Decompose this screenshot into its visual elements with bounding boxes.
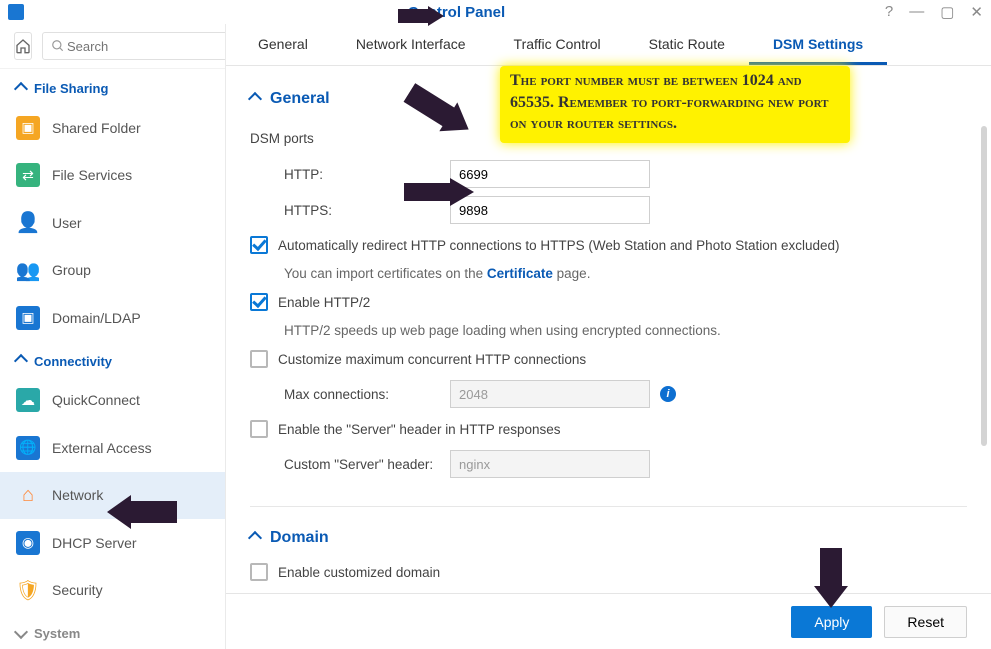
chevron-up-icon xyxy=(248,531,262,545)
section-domain-header[interactable]: Domain xyxy=(250,521,967,557)
certificate-hint: You can import certificates on the Certi… xyxy=(250,260,967,287)
sidebar-item-shared-folder[interactable]: ▣ Shared Folder xyxy=(0,104,225,152)
dsm-ports-label: DSM ports xyxy=(250,131,450,146)
max-connections-checkbox[interactable] xyxy=(250,350,268,368)
chevron-up-icon xyxy=(14,81,28,95)
close-button[interactable]: ✕ xyxy=(970,3,983,21)
divider xyxy=(250,506,967,507)
tab-static-route[interactable]: Static Route xyxy=(625,24,749,65)
reset-button[interactable]: Reset xyxy=(884,606,967,638)
chevron-up-icon xyxy=(248,92,262,106)
sidebar: File Sharing ▣ Shared Folder ⇄ File Serv… xyxy=(0,24,226,649)
tabs: General Network Interface Traffic Contro… xyxy=(226,24,991,66)
enable-domain-checkbox[interactable] xyxy=(250,563,268,581)
window-title: Control Panel xyxy=(28,4,885,21)
sidebar-item-dhcp-server[interactable]: ◉ DHCP Server xyxy=(0,519,225,567)
http-port-input[interactable] xyxy=(450,160,650,188)
https-label: HTTPS: xyxy=(250,203,450,218)
sidebar-item-quickconnect[interactable]: ☁ QuickConnect xyxy=(0,377,225,425)
enable-domain-label: Enable customized domain xyxy=(278,565,440,580)
http2-label: Enable HTTP/2 xyxy=(278,295,370,310)
cloud-icon: ☁ xyxy=(16,388,40,412)
server-header-label: Enable the "Server" header in HTTP respo… xyxy=(278,422,561,437)
sidebar-item-label: Security xyxy=(52,582,103,598)
max-connections-input xyxy=(450,380,650,408)
search-icon xyxy=(51,39,65,53)
http-label: HTTP: xyxy=(250,167,450,182)
http2-hint: HTTP/2 speeds up web page loading when u… xyxy=(250,317,967,344)
server-header-checkbox[interactable] xyxy=(250,420,268,438)
redirect-https-label: Automatically redirect HTTP connections … xyxy=(278,238,840,253)
shield-icon: 🛡 xyxy=(16,578,40,602)
minimize-button[interactable]: — xyxy=(909,3,924,21)
redirect-https-checkbox[interactable] xyxy=(250,236,268,254)
sidebar-item-file-services[interactable]: ⇄ File Services xyxy=(0,152,225,200)
sidebar-item-user[interactable]: 👤 User xyxy=(0,199,225,247)
info-icon[interactable]: i xyxy=(660,386,676,402)
sidebar-item-label: User xyxy=(52,215,82,231)
sidebar-item-label: Domain/LDAP xyxy=(52,310,141,326)
group-icon: 👥 xyxy=(16,258,40,282)
https-port-input[interactable] xyxy=(450,196,650,224)
sidebar-item-label: Group xyxy=(52,262,91,278)
folder-icon: ▣ xyxy=(16,116,40,140)
tab-dsm-settings[interactable]: DSM Settings xyxy=(749,24,887,65)
tab-network-interface[interactable]: Network Interface xyxy=(332,24,490,65)
sidebar-item-label: Network xyxy=(52,487,103,503)
globe-icon: 🌐 xyxy=(16,436,40,460)
network-icon: ⌂ xyxy=(16,483,40,507)
maximize-button[interactable]: ▢ xyxy=(940,3,954,21)
chevron-down-icon xyxy=(14,624,28,638)
scrollbar[interactable] xyxy=(981,126,987,646)
sidebar-item-security[interactable]: 🛡 Security xyxy=(0,567,225,615)
search-input[interactable] xyxy=(65,38,226,55)
sidebar-group-system[interactable]: System xyxy=(0,614,225,649)
search-input-wrap[interactable] xyxy=(42,32,226,60)
ldap-icon: ▣ xyxy=(16,306,40,330)
home-button[interactable] xyxy=(14,32,32,60)
sidebar-item-group[interactable]: 👥 Group xyxy=(0,247,225,295)
sidebar-item-domain-ldap[interactable]: ▣ Domain/LDAP xyxy=(0,294,225,342)
chevron-up-icon xyxy=(14,354,28,368)
sidebar-item-external-access[interactable]: 🌐 External Access xyxy=(0,424,225,472)
sidebar-item-label: QuickConnect xyxy=(52,392,140,408)
server-header-field-label: Custom "Server" header: xyxy=(250,457,450,472)
tab-traffic-control[interactable]: Traffic Control xyxy=(490,24,625,65)
apply-button[interactable]: Apply xyxy=(791,606,872,638)
http2-checkbox[interactable] xyxy=(250,293,268,311)
server-header-input xyxy=(450,450,650,478)
certificate-link[interactable]: Certificate xyxy=(487,266,553,281)
dhcp-icon: ◉ xyxy=(16,531,40,555)
sidebar-item-label: External Access xyxy=(52,440,152,456)
sidebar-group-file-sharing[interactable]: File Sharing xyxy=(0,69,225,104)
section-general-header[interactable]: General xyxy=(250,82,967,118)
sidebar-item-label: Shared Folder xyxy=(52,120,141,136)
sidebar-item-label: DHCP Server xyxy=(52,535,137,551)
sidebar-item-network[interactable]: ⌂ Network xyxy=(0,472,225,520)
user-icon: 👤 xyxy=(16,211,40,235)
max-conn-field-label: Max connections: xyxy=(250,387,450,402)
help-button[interactable]: ? xyxy=(885,3,893,21)
app-icon xyxy=(8,4,24,20)
sidebar-item-label: File Services xyxy=(52,167,132,183)
max-connections-label: Customize maximum concurrent HTTP connec… xyxy=(278,352,586,367)
sidebar-group-connectivity[interactable]: Connectivity xyxy=(0,342,225,377)
tab-general[interactable]: General xyxy=(234,24,332,65)
file-services-icon: ⇄ xyxy=(16,163,40,187)
